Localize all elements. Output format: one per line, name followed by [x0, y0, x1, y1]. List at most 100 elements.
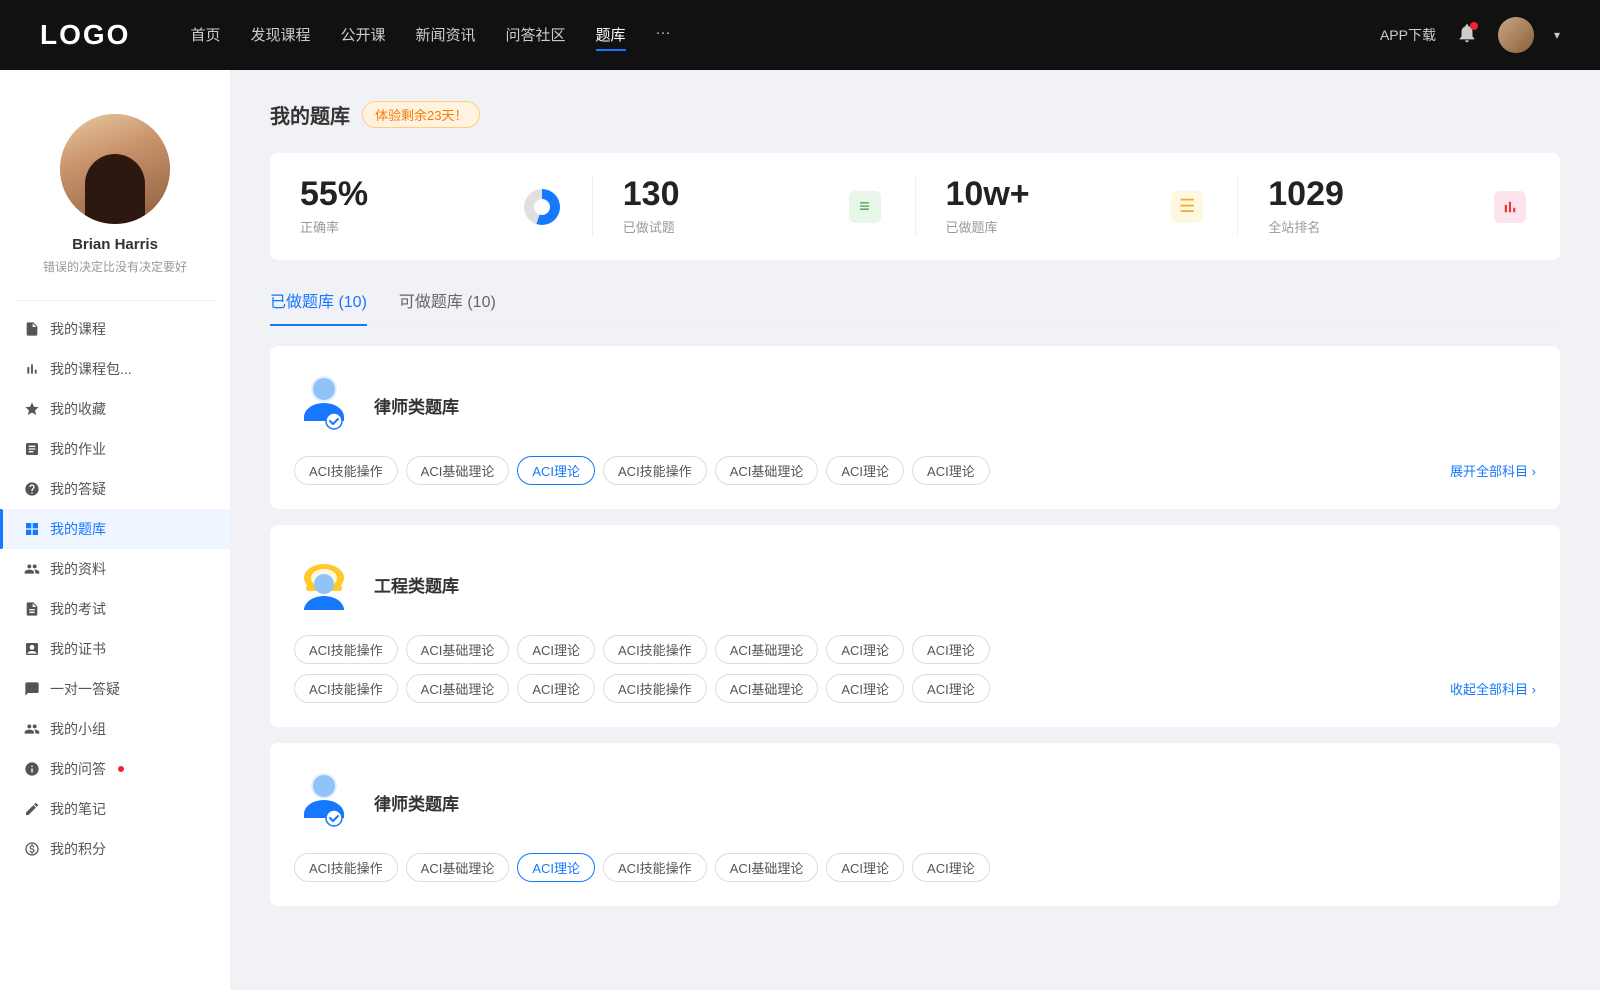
stat-done-banks: 10w+ 已做题库 ☰	[916, 177, 1239, 236]
tag-item[interactable]: ACI理论	[826, 853, 904, 882]
tag-item[interactable]: ACI技能操作	[294, 853, 398, 882]
profile-motto: 错误的决定比没有决定要好	[43, 259, 187, 276]
tag-item[interactable]: ACI基础理论	[715, 456, 819, 485]
tab-done-banks[interactable]: 已做题库 (10)	[270, 288, 367, 326]
collapse-link-engineer1[interactable]: 收起全部科目 ›	[1450, 679, 1536, 698]
user-menu-chevron[interactable]: ▾	[1554, 28, 1560, 42]
bank-card-engineer1-header: 工程类题库	[294, 549, 1536, 619]
sidebar-label-favorites: 我的收藏	[50, 399, 106, 419]
tag-item[interactable]: ACI理论	[517, 674, 595, 703]
list-yellow-icon: ☰	[1171, 191, 1203, 223]
tag-item[interactable]: ACI技能操作	[294, 674, 398, 703]
nav-qa[interactable]: 问答社区	[506, 20, 566, 51]
tab-available-banks[interactable]: 可做题库 (10)	[399, 288, 496, 326]
stat-done-banks-text: 10w+ 已做题库	[946, 177, 1152, 236]
notification-dot	[1470, 22, 1478, 30]
bank-icon-lawyer2	[294, 767, 354, 837]
tag-item[interactable]: ACI基础理论	[715, 635, 819, 664]
cert-icon	[24, 641, 40, 657]
tag-item[interactable]: ACI理论	[912, 635, 990, 664]
tag-item[interactable]: ACI技能操作	[294, 456, 398, 485]
tag-item[interactable]: ACI理论	[517, 635, 595, 664]
nav-news[interactable]: 新闻资讯	[416, 20, 476, 51]
sidebar-item-favorites[interactable]: 我的收藏	[0, 389, 230, 429]
navbar-right: APP下载 ▾	[1380, 17, 1560, 53]
nav-more[interactable]: ···	[656, 20, 671, 51]
tag-item[interactable]: ACI基础理论	[406, 635, 510, 664]
bar-icon	[24, 361, 40, 377]
tag-item-active[interactable]: ACI理论	[517, 853, 595, 882]
bank-card-engineer1: 工程类题库 ACI技能操作 ACI基础理论 ACI理论 ACI技能操作 ACI基…	[270, 525, 1560, 727]
tag-item[interactable]: ACI技能操作	[603, 635, 707, 664]
nav-discover[interactable]: 发现课程	[250, 20, 310, 51]
stat-ranking: 1029 全站排名	[1238, 177, 1560, 236]
tag-item-active[interactable]: ACI理论	[517, 456, 595, 485]
nav-open[interactable]: 公开课	[340, 20, 385, 51]
sidebar-item-points[interactable]: 我的积分	[0, 829, 230, 869]
tag-item[interactable]: ACI技能操作	[603, 853, 707, 882]
sidebar-label-points: 我的积分	[50, 839, 106, 859]
tag-item[interactable]: ACI基础理论	[406, 674, 510, 703]
notification-button[interactable]	[1456, 22, 1478, 49]
sidebar-label-homework: 我的作业	[50, 439, 106, 459]
tag-item[interactable]: ACI理论	[912, 853, 990, 882]
tag-item[interactable]: ACI理论	[826, 635, 904, 664]
user-avatar-nav[interactable]	[1498, 17, 1534, 53]
stat-ranking-value: 1029	[1268, 177, 1474, 211]
stat-done-questions-text: 130 已做试题	[623, 177, 829, 236]
sidebar-item-course[interactable]: 我的课程	[0, 309, 230, 349]
tag-item[interactable]: ACI基础理论	[406, 853, 510, 882]
pie-chart-icon	[524, 189, 560, 225]
note-icon	[24, 801, 40, 817]
stats-row: 55% 正确率 130 已做试题 ≡ 10w+ 已做题库	[270, 153, 1560, 260]
sidebar: Brian Harris 错误的决定比没有决定要好 我的课程 我的课程包...	[0, 70, 230, 990]
sidebar-item-homework[interactable]: 我的作业	[0, 429, 230, 469]
sidebar-item-profile[interactable]: 我的资料	[0, 549, 230, 589]
sidebar-divider	[16, 300, 214, 301]
profile-section: Brian Harris 错误的决定比没有决定要好	[0, 94, 230, 300]
page-header: 我的题库 体验剩余23天！	[270, 100, 1560, 129]
sidebar-item-group[interactable]: 我的小组	[0, 709, 230, 749]
stat-accuracy-value: 55%	[300, 177, 506, 211]
bank-card-lawyer2: 律师类题库 ACI技能操作 ACI基础理论 ACI理论 ACI技能操作 ACI基…	[270, 743, 1560, 906]
sidebar-item-cert[interactable]: 我的证书	[0, 629, 230, 669]
main-content: 我的题库 体验剩余23天！ 55% 正确率 130 已做试题 ≡	[230, 70, 1600, 990]
bank-title-lawyer2: 律师类题库	[374, 790, 459, 815]
sidebar-label-exam: 我的考试	[50, 599, 106, 619]
nav-quiz[interactable]: 题库	[596, 20, 626, 51]
tag-item[interactable]: ACI技能操作	[294, 635, 398, 664]
sidebar-item-course-pkg[interactable]: 我的课程包...	[0, 349, 230, 389]
answers-dot	[118, 766, 124, 772]
tag-item[interactable]: ACI技能操作	[603, 674, 707, 703]
sidebar-item-1v1[interactable]: 一对一答疑	[0, 669, 230, 709]
note-green-icon: ≡	[849, 191, 881, 223]
group-icon	[24, 721, 40, 737]
tag-item[interactable]: ACI理论	[826, 456, 904, 485]
question-icon	[24, 481, 40, 497]
sidebar-label-1v1: 一对一答疑	[50, 679, 120, 699]
sidebar-item-notes[interactable]: 我的笔记	[0, 789, 230, 829]
sidebar-item-exam[interactable]: 我的考试	[0, 589, 230, 629]
bank-title-engineer1: 工程类题库	[374, 572, 459, 597]
sidebar-item-quiz[interactable]: 我的题库	[0, 509, 230, 549]
app-download-link[interactable]: APP下载	[1380, 25, 1436, 45]
grid-icon	[24, 521, 40, 537]
tag-item[interactable]: ACI基础理论	[715, 674, 819, 703]
logo: LOGO	[40, 19, 130, 51]
expand-link-lawyer1[interactable]: 展开全部科目 ›	[1450, 461, 1536, 480]
tag-item[interactable]: ACI理论	[912, 456, 990, 485]
tag-item[interactable]: ACI理论	[826, 674, 904, 703]
sidebar-item-qa[interactable]: 我的答疑	[0, 469, 230, 509]
sidebar-label-profile: 我的资料	[50, 559, 106, 579]
stat-done-banks-label: 已做题库	[946, 217, 1152, 236]
nav-home[interactable]: 首页	[190, 20, 220, 51]
tag-item[interactable]: ACI理论	[912, 674, 990, 703]
stat-done-questions-icon: ≡	[845, 187, 885, 227]
sidebar-item-answers[interactable]: 我的问答	[0, 749, 230, 789]
stat-ranking-label: 全站排名	[1268, 217, 1474, 236]
tag-item[interactable]: ACI技能操作	[603, 456, 707, 485]
tag-item[interactable]: ACI基础理论	[406, 456, 510, 485]
stat-done-banks-value: 10w+	[946, 177, 1152, 211]
file-icon	[24, 321, 40, 337]
tag-item[interactable]: ACI基础理论	[715, 853, 819, 882]
